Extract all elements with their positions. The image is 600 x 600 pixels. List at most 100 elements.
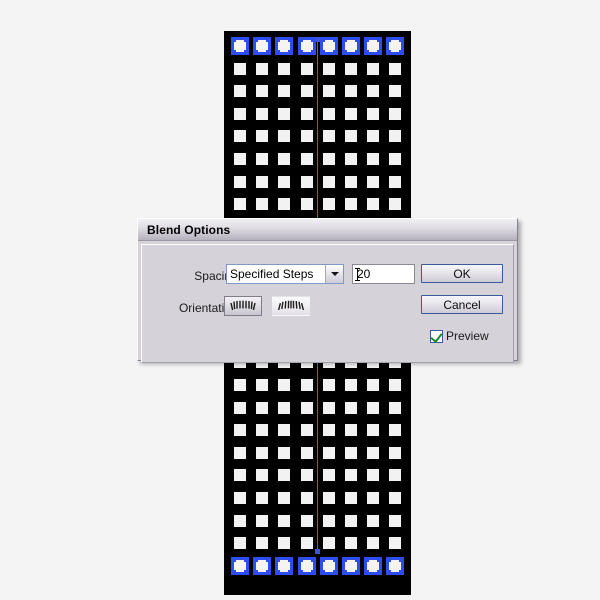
align-to-path-button[interactable] [224,296,262,316]
selected-square[interactable] [275,556,294,575]
blend-square [234,198,246,211]
blend-square [300,62,313,75]
blend-square [322,153,335,165]
blend-square [256,469,269,482]
blend-square [278,492,291,504]
blend-square [367,130,380,143]
blend-square [389,401,402,414]
blend-square [367,537,380,550]
selected-square[interactable] [297,556,316,575]
selected-square[interactable] [253,556,272,575]
preview-checkbox[interactable] [430,329,443,343]
align-to-page-icon [277,300,305,311]
spacing-select-value: Specified Steps [230,267,314,281]
selected-square[interactable] [342,556,360,575]
blend-square [300,107,313,120]
blend-square [256,401,269,414]
blend-square [389,537,402,550]
blend-square [300,424,313,437]
blend-square [345,379,357,391]
blend-square [234,492,246,504]
spacing-select[interactable]: Specified Steps [226,264,344,284]
blend-square [345,401,357,414]
blend-square [256,492,269,504]
blend-square [278,537,291,550]
blend-square [322,424,335,437]
blend-square [322,85,335,98]
blend-options-dialog[interactable]: Blend Options Spacing: Specified Steps 2… [137,218,518,363]
blend-square [256,379,269,391]
selected-square[interactable] [319,556,338,575]
align-to-page-button[interactable] [272,296,310,316]
blend-square [234,401,246,414]
preview-checkbox-row[interactable]: Preview [430,329,489,343]
blend-square [389,469,402,482]
blend-square [234,153,246,165]
blend-square [367,424,380,437]
blend-square [322,446,335,459]
align-to-path-icon [230,300,256,311]
checkmark-icon [430,329,443,343]
blend-square [234,537,246,550]
blend-square [256,107,269,120]
blend-square [278,379,291,391]
cancel-button-label: Cancel [443,297,481,312]
blend-square [300,198,313,211]
ok-button-label: OK [453,266,471,281]
blend-square [367,107,380,120]
blend-square [300,175,313,188]
blend-square [367,153,380,165]
blend-square [389,130,402,143]
dialog-titlebar: Blend Options [138,219,517,241]
blend-square [278,446,291,459]
blend-square [300,514,313,527]
selected-square[interactable] [253,37,272,55]
selected-square[interactable] [297,37,316,55]
blend-square [389,175,402,188]
blend-square [278,130,291,143]
selected-square[interactable] [364,556,383,575]
blend-square [322,107,335,120]
selected-square[interactable] [386,37,405,55]
blend-square [234,130,246,143]
spine-anchor-bottom[interactable] [315,549,320,554]
blend-square [345,175,357,188]
blend-square [322,401,335,414]
blend-square [322,514,335,527]
blend-square [389,514,402,527]
blend-square [345,85,357,98]
blend-square [345,424,357,437]
selected-square[interactable] [275,37,294,55]
selected-square[interactable] [319,37,338,55]
blend-square [322,130,335,143]
specified-steps-input[interactable]: 20 [352,264,415,284]
text-caret [355,268,360,281]
chevron-down-icon[interactable] [325,265,343,283]
selected-square[interactable] [386,556,405,575]
blend-square [322,469,335,482]
blend-square [322,62,335,75]
blend-square [278,85,291,98]
selected-square[interactable] [342,37,360,55]
preview-label: Preview [446,329,489,343]
blend-square [389,62,402,75]
blend-square [367,198,380,211]
blend-square [256,62,269,75]
dialog-body: Spacing: Specified Steps 20 Orientation: [141,244,514,363]
blend-square [345,492,357,504]
blend-square [256,537,269,550]
blend-square [256,175,269,188]
blend-square [256,198,269,211]
cancel-button[interactable]: Cancel [421,295,503,314]
blend-square [256,130,269,143]
selected-square[interactable] [231,556,249,575]
blend-square [389,424,402,437]
selected-square[interactable] [364,37,383,55]
selected-square[interactable] [231,37,249,55]
blend-square [256,85,269,98]
blend-square [300,469,313,482]
ok-button[interactable]: OK [421,264,503,283]
blend-square [322,379,335,391]
dialog-title: Blend Options [147,222,231,237]
blend-square [345,514,357,527]
